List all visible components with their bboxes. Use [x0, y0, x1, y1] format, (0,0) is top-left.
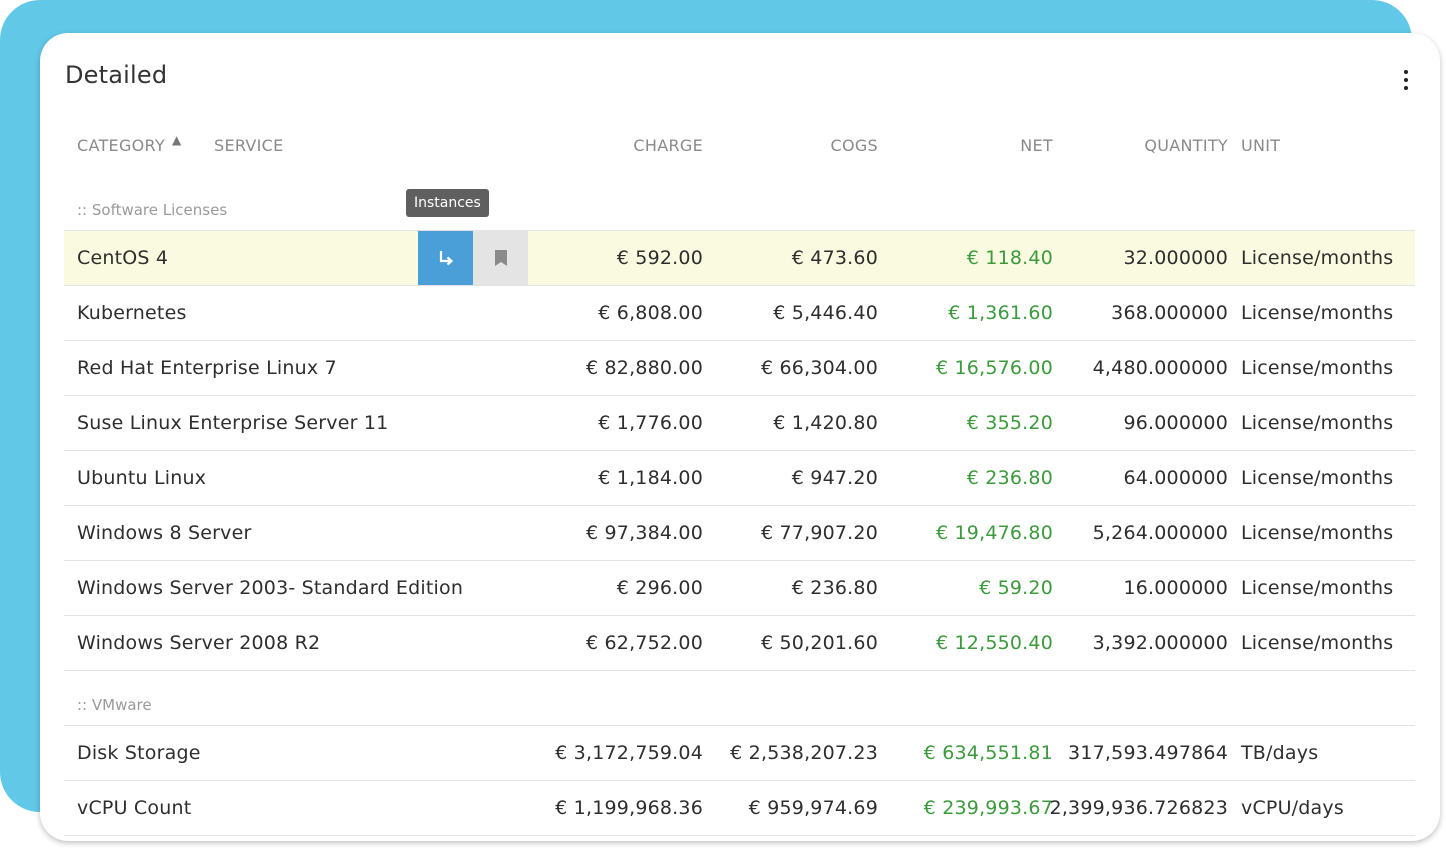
charge-cell: € 97,384.00: [585, 522, 703, 544]
net-cell: € 355.20: [966, 412, 1053, 434]
quantity-cell: 16.000000: [1123, 577, 1228, 599]
cogs-cell: € 236.80: [791, 577, 878, 599]
card-title: Detailed: [65, 61, 168, 89]
cogs-cell: € 5,446.40: [773, 302, 878, 324]
more-menu-button[interactable]: [1396, 67, 1416, 93]
column-header-unit[interactable]: UNIT: [1241, 136, 1280, 162]
charge-cell: € 296.00: [616, 577, 703, 599]
net-cell: € 118.40: [966, 247, 1053, 269]
table-row[interactable]: Windows Server 2003- Standard Edition € …: [64, 561, 1415, 616]
cogs-cell: € 50,201.60: [760, 632, 878, 654]
net-cell: € 16,576.00: [935, 357, 1053, 379]
net-cell: € 239,993.67: [923, 797, 1053, 819]
service-cell: Ubuntu Linux: [77, 467, 207, 489]
detailed-card: Detailed CATEGORY ▲ SERVICE CHARGE COGS …: [40, 33, 1440, 841]
quantity-cell: 4,480.000000: [1092, 357, 1228, 379]
column-header-category[interactable]: CATEGORY: [77, 136, 165, 162]
table-row[interactable]: Suse Linux Enterprise Server 11 € 1,776.…: [64, 396, 1415, 451]
quantity-cell: 3,392.000000: [1092, 632, 1228, 654]
cogs-cell: € 947.20: [791, 467, 878, 489]
service-cell: Red Hat Enterprise Linux 7: [77, 357, 337, 379]
table-row[interactable]: Ubuntu Linux € 1,184.00 € 947.20 € 236.8…: [64, 451, 1415, 506]
quantity-cell: 2,399,936.726823: [1049, 797, 1228, 819]
charge-cell: € 82,880.00: [585, 357, 703, 379]
unit-cell: License/months: [1241, 577, 1394, 599]
group-label-software-licenses: :: Software Licenses: [77, 201, 228, 219]
unit-cell: vCPU/days: [1241, 797, 1344, 819]
service-cell: Kubernetes: [77, 302, 187, 324]
service-cell: CentOS 4: [77, 247, 169, 269]
service-cell: Disk Storage: [77, 742, 201, 764]
bookmark-icon: [494, 250, 507, 266]
cogs-cell: € 77,907.20: [760, 522, 878, 544]
service-cell: Windows 8 Server: [77, 522, 252, 544]
unit-cell: License/months: [1241, 412, 1394, 434]
unit-cell: License/months: [1241, 302, 1394, 324]
column-header-cogs[interactable]: COGS: [830, 136, 878, 162]
cogs-cell: € 959,974.69: [748, 797, 878, 819]
cogs-cell: € 1,420.80: [773, 412, 878, 434]
service-cell: Suse Linux Enterprise Server 11: [77, 412, 389, 434]
unit-cell: License/months: [1241, 467, 1394, 489]
net-cell: € 59.20: [979, 577, 1053, 599]
more-vertical-icon: [1404, 70, 1408, 90]
quantity-cell: 96.000000: [1123, 412, 1228, 434]
column-header-service[interactable]: SERVICE: [214, 136, 284, 162]
net-cell: € 1,361.60: [948, 302, 1053, 324]
net-cell: € 634,551.81: [923, 742, 1053, 764]
instances-button[interactable]: [418, 231, 473, 285]
unit-cell: TB/days: [1241, 742, 1319, 764]
sort-up-icon[interactable]: ▲: [172, 133, 181, 147]
service-cell: Windows Server 2003- Standard Edition: [77, 577, 464, 599]
cogs-cell: € 473.60: [791, 247, 878, 269]
column-header-charge[interactable]: CHARGE: [633, 136, 703, 162]
group-label-vmware: :: VMware: [77, 696, 152, 714]
table-row[interactable]: Disk Storage € 3,172,759.04 € 2,538,207.…: [64, 726, 1415, 781]
unit-cell: License/months: [1241, 357, 1394, 379]
table-row[interactable]: Red Hat Enterprise Linux 7 € 82,880.00 €…: [64, 341, 1415, 396]
service-cell: vCPU Count: [77, 797, 192, 819]
service-cell: Windows Server 2008 R2: [77, 632, 321, 654]
column-header-net[interactable]: NET: [1020, 136, 1053, 162]
net-cell: € 236.80: [966, 467, 1053, 489]
charge-cell: € 6,808.00: [598, 302, 703, 324]
quantity-cell: 368.000000: [1111, 302, 1228, 324]
column-header-quantity[interactable]: QUANTITY: [1144, 136, 1228, 162]
charge-cell: € 1,199,968.36: [555, 797, 703, 819]
quantity-cell: 64.000000: [1123, 467, 1228, 489]
charge-cell: € 592.00: [616, 247, 703, 269]
table-row[interactable]: Windows 8 Server € 97,384.00 € 77,907.20…: [64, 506, 1415, 561]
charge-cell: € 62,752.00: [585, 632, 703, 654]
charge-cell: € 1,776.00: [598, 412, 703, 434]
charge-cell: € 1,184.00: [598, 467, 703, 489]
quantity-cell: 32.000000: [1123, 247, 1228, 269]
cogs-cell: € 2,538,207.23: [730, 742, 878, 764]
charge-cell: € 3,172,759.04: [555, 742, 703, 764]
unit-cell: License/months: [1241, 247, 1394, 269]
cogs-cell: € 66,304.00: [760, 357, 878, 379]
net-cell: € 19,476.80: [935, 522, 1053, 544]
table-row[interactable]: vCPU Count € 1,199,968.36 € 959,974.69 €…: [64, 781, 1415, 836]
table-row[interactable]: Windows Server 2008 R2 € 62,752.00 € 50,…: [64, 616, 1415, 671]
bookmark-button[interactable]: [473, 231, 528, 285]
quantity-cell: 5,264.000000: [1092, 522, 1228, 544]
unit-cell: License/months: [1241, 632, 1394, 654]
arrow-return-icon: [439, 251, 453, 266]
net-cell: € 12,550.40: [935, 632, 1053, 654]
quantity-cell: 317,593.497864: [1068, 742, 1228, 764]
unit-cell: License/months: [1241, 522, 1394, 544]
instances-tooltip: Instances: [406, 189, 489, 217]
table-row[interactable]: CentOS 4 € 592.00 € 473.60 € 118.40 32.0…: [64, 231, 1415, 286]
table-row[interactable]: Kubernetes € 6,808.00 € 5,446.40 € 1,361…: [64, 286, 1415, 341]
